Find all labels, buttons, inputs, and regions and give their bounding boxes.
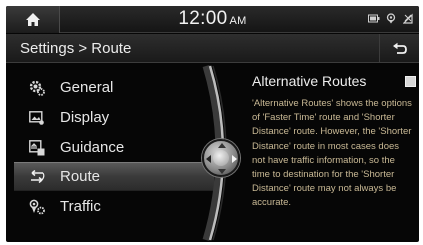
back-arrow-icon — [392, 42, 407, 54]
menu-item-label: General — [60, 79, 114, 96]
status-bar: 12:00 AM — [6, 6, 419, 33]
arrow-left-icon — [206, 155, 211, 163]
battery-icon — [368, 14, 380, 23]
menu-item-label: Route — [60, 168, 101, 185]
traffic-icon — [28, 198, 46, 216]
back-button[interactable] — [379, 34, 419, 63]
status-icons — [368, 13, 413, 24]
title-bar: Settings > Route — [6, 34, 419, 63]
page-title: Settings > Route — [20, 40, 132, 57]
arrow-up-icon — [218, 143, 226, 148]
display-icon — [28, 109, 46, 127]
clock: 12:00 AM — [6, 8, 419, 30]
knob-center — [213, 150, 229, 166]
menu-item-label: Display — [60, 109, 110, 126]
option-description: 'Alternative Routes' shows the options o… — [252, 98, 412, 209]
option-title: Alternative Routes — [252, 73, 367, 89]
alternative-routes-checkbox[interactable] — [405, 76, 416, 87]
clock-ampm: AM — [229, 15, 247, 27]
settings-screen: 12:00 AM Settings > Route General Displa… — [6, 6, 419, 242]
scroll-knob[interactable] — [202, 139, 240, 177]
guidance-icon — [28, 139, 46, 157]
route-icon — [28, 168, 46, 186]
arrow-right-icon — [232, 155, 237, 163]
arrow-down-icon — [218, 169, 226, 174]
gear-icon — [28, 79, 46, 97]
menu-item-label: Traffic — [60, 198, 101, 215]
menu-item-label: Guidance — [60, 139, 125, 156]
signal-off-icon — [403, 13, 413, 24]
clock-time: 12:00 — [178, 8, 228, 29]
location-icon — [386, 13, 396, 24]
